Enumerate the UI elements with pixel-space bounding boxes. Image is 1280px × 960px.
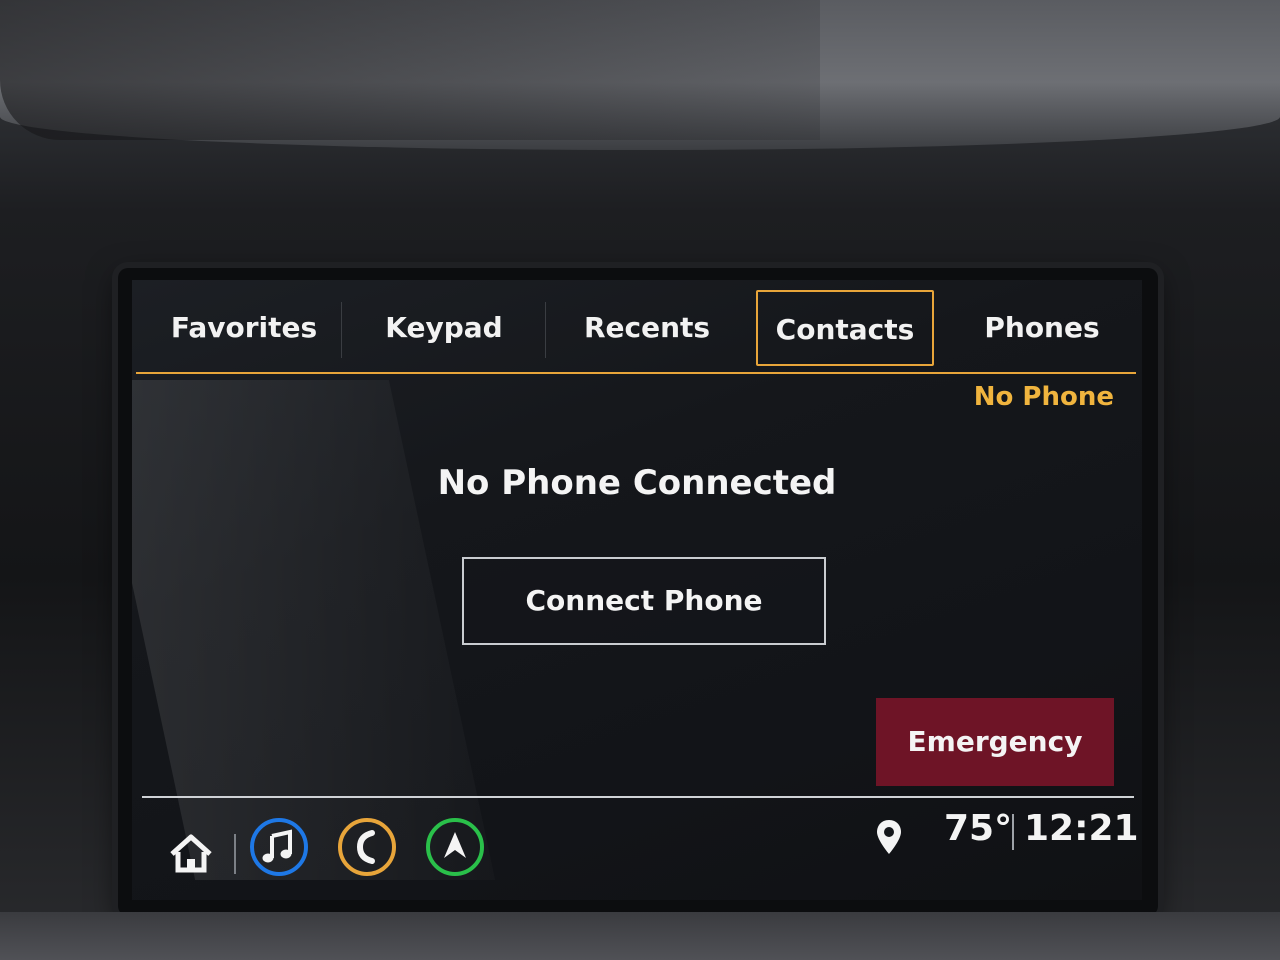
bottom-bar-divider — [142, 796, 1134, 798]
connect-phone-button[interactable]: Connect Phone — [462, 557, 826, 645]
status-divider — [1012, 814, 1014, 850]
tab-recents[interactable]: Recents — [546, 290, 748, 366]
tab-contacts[interactable]: Contacts — [756, 290, 934, 366]
music-icon — [262, 829, 292, 863]
home-icon[interactable] — [166, 828, 216, 878]
dashboard-shadow — [0, 0, 820, 140]
tab-phones[interactable]: Phones — [942, 290, 1142, 366]
phone-tab-bar: Favorites Keypad Recents Contacts Phones — [132, 280, 1142, 374]
phone-app-button[interactable] — [338, 818, 396, 876]
tab-favorites[interactable]: Favorites — [146, 290, 342, 366]
clock: 12:21 — [1024, 808, 1139, 849]
page-title: No Phone Connected — [437, 463, 837, 503]
screen-glare — [132, 380, 496, 880]
navigation-icon — [444, 832, 466, 858]
phone-icon — [356, 830, 375, 864]
emergency-button[interactable]: Emergency — [876, 698, 1114, 786]
temperature-readout: 75° — [944, 808, 1013, 849]
navigation-app-button[interactable] — [426, 818, 484, 876]
music-app-button[interactable] — [250, 818, 308, 876]
tab-keypad[interactable]: Keypad — [342, 290, 546, 366]
infotainment-screen: Favorites Keypad Recents Contacts Phones… — [132, 280, 1142, 900]
location-pin-icon — [874, 818, 904, 856]
tab-underline — [136, 372, 1136, 374]
dashboard-trim — [0, 912, 1280, 960]
home-divider — [234, 834, 236, 874]
phone-status-label: No Phone — [973, 382, 1114, 412]
